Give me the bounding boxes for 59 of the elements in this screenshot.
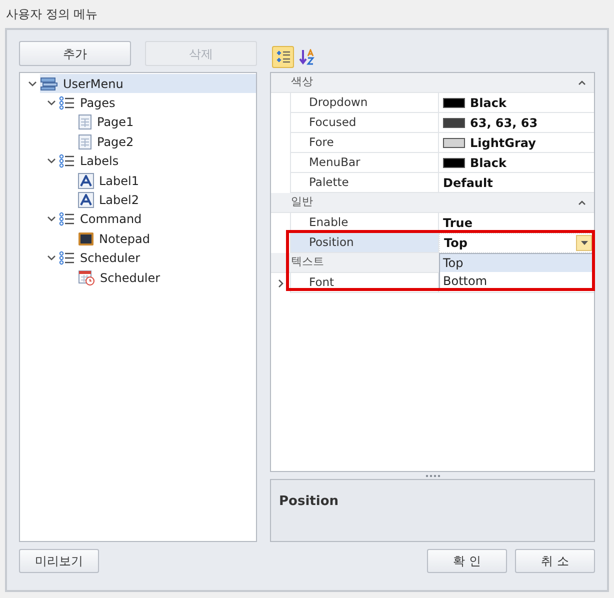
property-value: Black — [470, 154, 506, 172]
menu-icon — [40, 76, 58, 91]
property-value: LightGray — [470, 134, 536, 152]
chevron-down-icon[interactable] — [46, 100, 56, 106]
tree-item[interactable]: Page1 — [78, 112, 174, 132]
list-icon — [59, 212, 75, 226]
preview-button[interactable]: 미리보기 — [19, 549, 99, 573]
letter-a-icon — [78, 192, 94, 208]
tree-item[interactable]: Pages — [59, 93, 156, 113]
add-button[interactable]: 추가 — [19, 41, 131, 66]
property-name[interactable]: Position — [290, 233, 439, 253]
calendar-icon — [78, 270, 95, 286]
chevron-down-icon[interactable] — [28, 80, 36, 87]
tree-item[interactable]: Label1 — [78, 170, 180, 190]
window-title: 사용자 정의 메뉴 — [6, 6, 98, 23]
chevron-down-icon[interactable] — [46, 255, 56, 262]
chevron-up-icon[interactable] — [578, 200, 586, 205]
list-icon — [59, 251, 75, 266]
chevron-down-icon[interactable] — [46, 158, 56, 164]
dropdown-option[interactable]: Top — [440, 254, 593, 272]
category-header: 텍스트 — [291, 254, 324, 270]
tree-item[interactable]: Scheduler — [78, 268, 200, 288]
property-name[interactable]: Palette — [290, 173, 439, 193]
property-value: Black — [470, 94, 506, 112]
categorized-sort-button[interactable] — [272, 46, 294, 68]
property-name[interactable]: Dropdown — [290, 93, 439, 113]
caret-down-icon — [580, 241, 588, 245]
category-header: 색상 — [291, 74, 313, 90]
property-value: Top — [444, 235, 468, 252]
list-icon — [59, 96, 75, 110]
splitter-handle[interactable] — [426, 474, 440, 476]
tree-item[interactable]: UserMenu — [40, 74, 256, 94]
description-title: Position — [279, 494, 339, 509]
letter-a-icon — [78, 172, 94, 189]
tree-item[interactable]: Labels — [59, 152, 159, 171]
chevron-right-icon[interactable] — [278, 278, 284, 288]
property-name[interactable]: Focused — [290, 113, 439, 133]
ok-button[interactable]: 확 인 — [427, 549, 507, 573]
cancel-button[interactable]: 취 소 — [515, 549, 595, 573]
window-icon — [78, 232, 94, 246]
property-value: Default — [443, 174, 493, 192]
tree-item[interactable]: Notepad — [78, 229, 190, 249]
tree-item[interactable]: Label2 — [78, 190, 180, 210]
tree-item[interactable]: Command — [59, 210, 182, 230]
property-value: True — [443, 214, 472, 232]
sort-az-icon — [299, 48, 315, 64]
plus-list-icon — [275, 48, 291, 64]
property-name[interactable]: Fore — [290, 133, 439, 153]
dropdown-button[interactable] — [576, 235, 592, 251]
list-icon — [59, 154, 75, 168]
category-header: 일반 — [291, 194, 313, 210]
page-icon — [78, 134, 92, 150]
chevron-down-icon[interactable] — [46, 216, 56, 222]
tree-item[interactable]: Scheduler — [59, 248, 180, 268]
property-name[interactable]: MenuBar — [290, 153, 439, 173]
page-icon — [78, 114, 92, 130]
chevron-up-icon[interactable] — [578, 80, 586, 85]
tree-item[interactable]: Page2 — [78, 132, 174, 152]
property-value: 63, 63, 63 — [470, 114, 538, 132]
